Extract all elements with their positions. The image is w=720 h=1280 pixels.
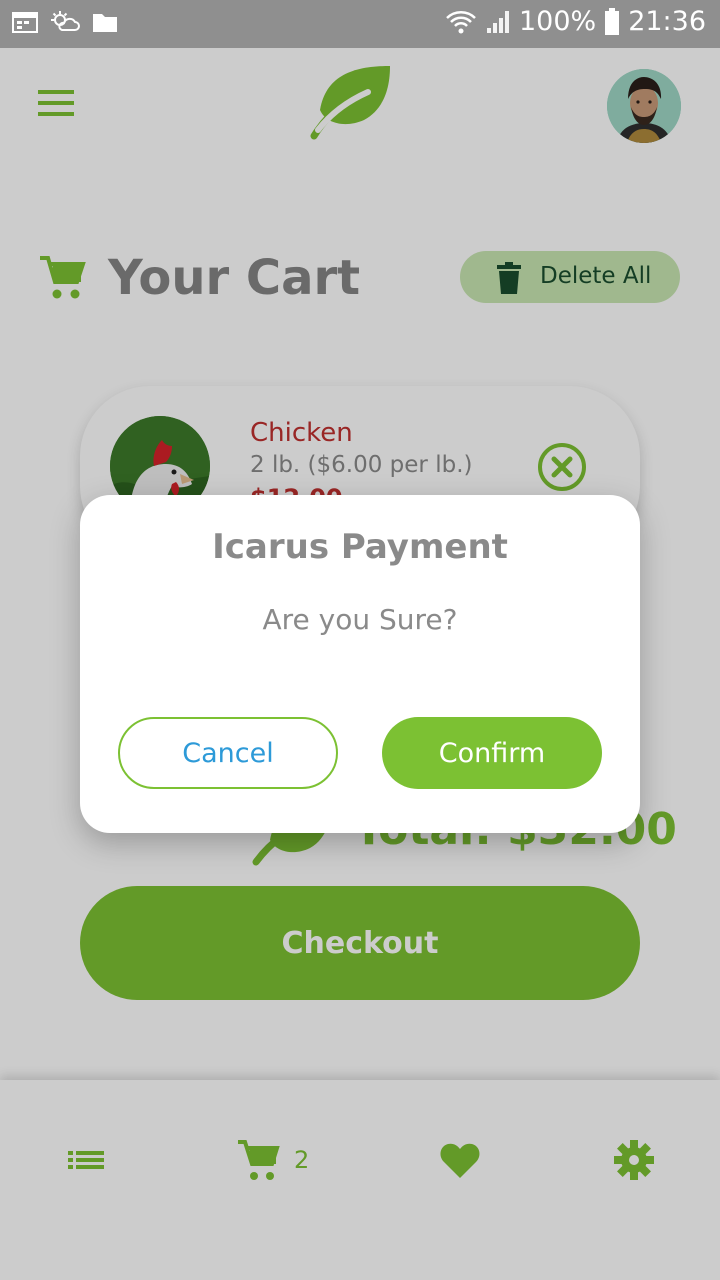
folder-notification-icon	[93, 14, 117, 32]
status-system-icons: 100% 21:36	[445, 6, 706, 37]
wifi-icon	[446, 10, 476, 33]
dialog-message: Are you Sure?	[262, 603, 458, 636]
dialog-title: Icarus Payment	[212, 527, 508, 567]
clock: 21:36	[628, 6, 706, 37]
weather-notification-icon	[51, 11, 80, 31]
status-bar: 100% 21:36	[0, 0, 720, 48]
calendar-notification-icon	[12, 12, 38, 33]
cancel-button[interactable]: Cancel	[118, 717, 338, 789]
confirm-dialog: Icarus Payment Are you Sure? Cancel Conf…	[80, 495, 640, 833]
status-notification-icons	[12, 10, 118, 34]
battery-percent: 100%	[518, 6, 597, 37]
confirm-button[interactable]: Confirm	[382, 717, 602, 789]
signal-icon	[486, 10, 509, 33]
battery-icon	[605, 7, 620, 35]
